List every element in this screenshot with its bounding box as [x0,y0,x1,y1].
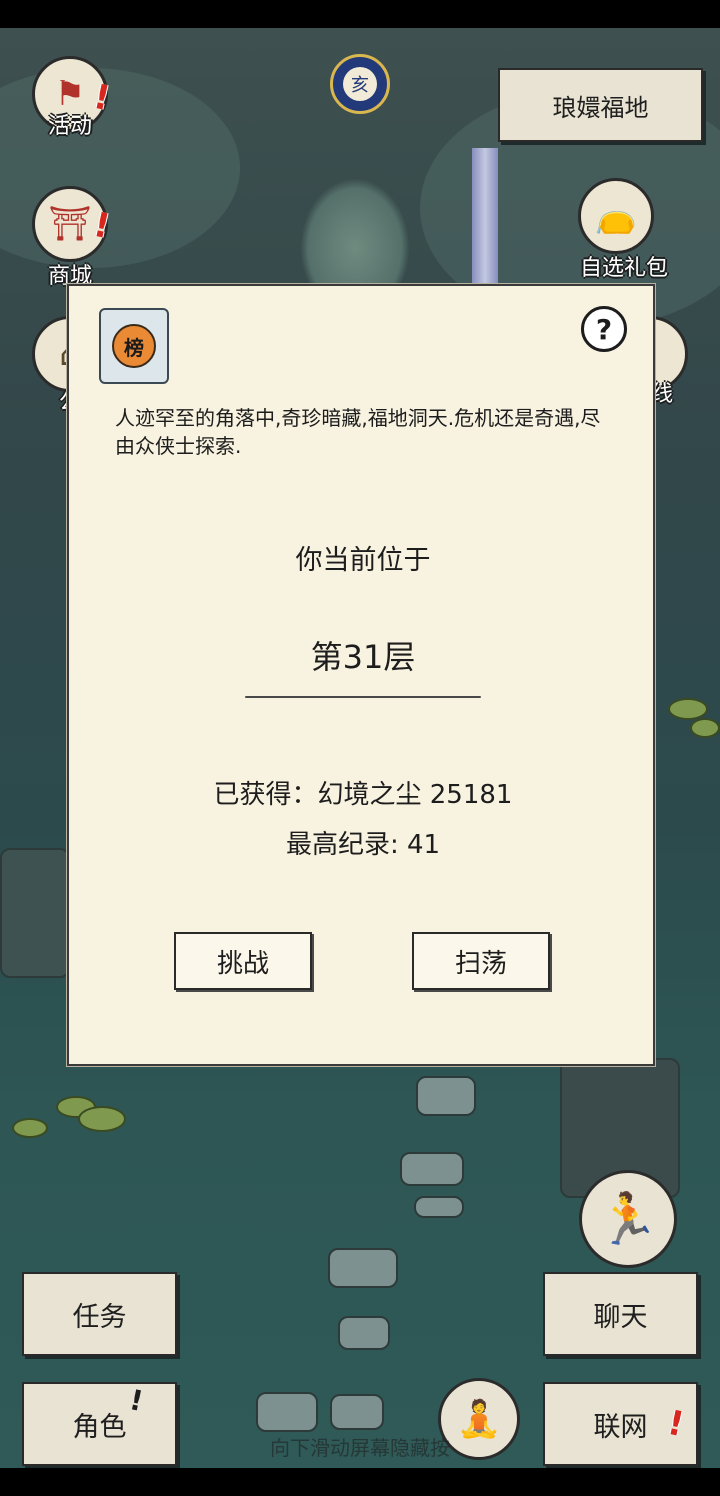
dialog-description: 人迹罕至的角落中,奇珍暗藏,福地洞天.危机还是奇遇,尽由众侠士探索. [115,406,601,458]
chat-button[interactable]: 聊天 [543,1272,698,1356]
secret-realm-dialog: 榜 ? 人迹罕至的角落中,奇珍暗藏,福地洞天.危机还是奇遇,尽由众侠士探索. 你… [67,284,655,1066]
zodiac-time-icon[interactable]: 亥 [330,54,390,114]
rock [0,848,70,978]
shop-button[interactable]: ⛩ 商城 ! [24,186,116,288]
running-figure-icon: 🏃 [596,1189,660,1248]
best-record: 最高纪录: 41 [285,830,441,860]
tasks-button[interactable]: 任务 [22,1272,177,1356]
activity-button[interactable]: ⚑ 活动 ! [24,56,116,148]
auto-run-button[interactable]: 🏃 [579,1170,677,1268]
stepping-stone [414,1196,464,1218]
current-floor: 第31层 [310,638,416,676]
stepping-stone [338,1316,390,1350]
ranking-glyph: 榜 [112,324,156,368]
divider [245,696,481,698]
challenge-button[interactable]: 挑战 [174,932,312,990]
stepping-stone [400,1152,464,1186]
lily-pad [690,718,720,738]
lily-pad [12,1118,48,1138]
hide-buttons-hint: 向下滑动屏幕隐藏按 [270,1436,450,1460]
gift-pack-label: 自选礼包 [579,255,668,280]
obtained-reward: 已获得：幻境之尘 25181 [213,780,513,810]
lily-pad [668,698,708,720]
stepping-stone [330,1394,384,1430]
stepping-stone [256,1392,318,1432]
zodiac-glyph: 亥 [343,67,377,101]
gift-pack-button[interactable]: 👝 自选礼包 [578,178,670,280]
help-button[interactable]: ? [581,306,627,352]
gift-bag-icon: 👝 [578,178,654,254]
stepping-stone [416,1076,476,1116]
lily-pad [78,1106,126,1132]
status-bar [0,0,720,28]
stepping-stone [328,1248,398,1288]
navigation-bar [0,1468,720,1496]
current-location-label: 你当前位于 [295,545,431,576]
sweep-button[interactable]: 扫荡 [412,932,550,990]
ranking-scroll-icon[interactable]: 榜 [99,308,169,384]
location-button[interactable]: 琅嬛福地 [498,68,703,142]
